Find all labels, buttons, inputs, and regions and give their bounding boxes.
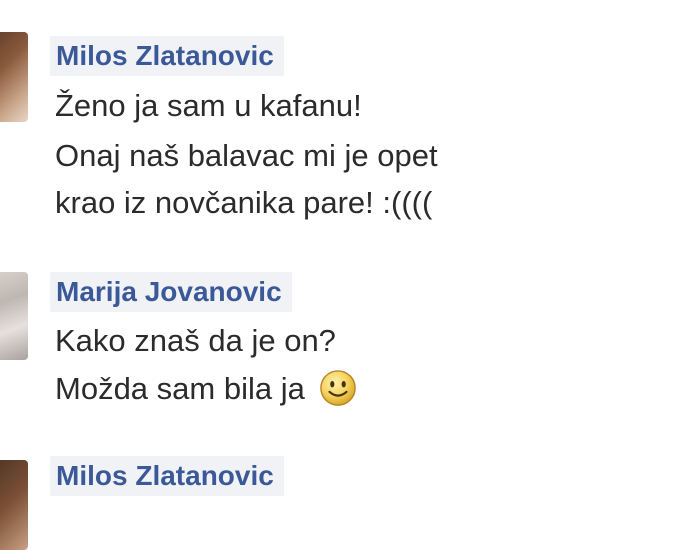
message-text: Ženo ja sam u kafanu! <box>55 88 362 123</box>
smiley-emoji-icon <box>320 370 357 406</box>
message-text: Možda sam bila ja <box>55 371 305 406</box>
message-text: krao iz novčanika pare! :(((( <box>55 185 433 220</box>
avatar[interactable] <box>0 460 28 550</box>
avatar[interactable] <box>0 32 28 122</box>
message-text: Onaj naš balavac mi je opet <box>55 138 438 173</box>
author-name[interactable]: Milos Zlatanovic <box>50 456 284 496</box>
author-name[interactable]: Milos Zlatanovic <box>50 36 284 76</box>
message-text: Kako znaš da je on? <box>55 323 336 358</box>
message-line-with-emoji: Možda sam bila ja <box>55 369 357 409</box>
author-name[interactable]: Marija Jovanovic <box>50 272 292 312</box>
avatar[interactable] <box>0 272 28 360</box>
